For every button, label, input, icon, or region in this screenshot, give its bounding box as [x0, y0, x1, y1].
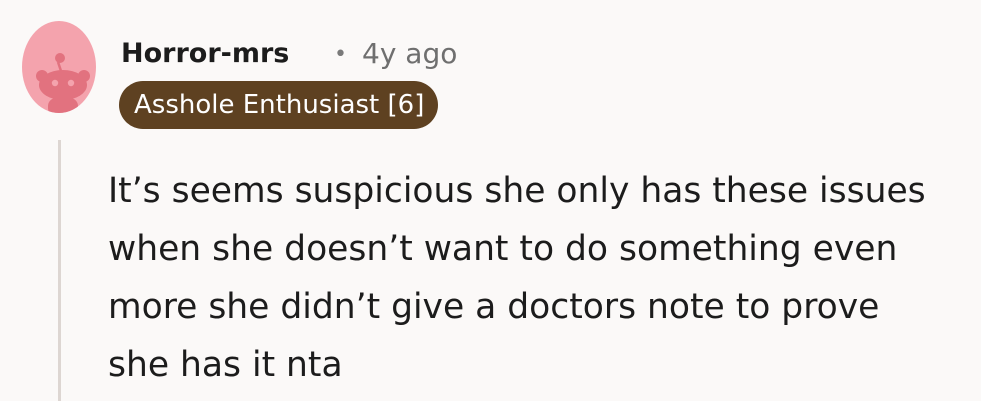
comment-body-line: It’s seems suspicious she only has these… [108, 171, 926, 211]
comment-body-line: she has it nta [108, 345, 343, 385]
thread-line[interactable] [58, 140, 61, 401]
meta-separator: • [334, 42, 347, 67]
comment: Horror-mrs • 4y ago Asshole Enthusiast [… [0, 0, 981, 401]
comment-body-line: when she doesn’t want to do something ev… [108, 229, 898, 269]
comment-body-line: more she didn’t give a doctors note to p… [108, 287, 880, 327]
user-flair-badge: Asshole Enthusiast [6] [119, 81, 439, 129]
comment-timestamp[interactable]: 4y ago [362, 35, 457, 73]
user-avatar-icon[interactable] [22, 21, 96, 113]
username-link[interactable]: Horror-mrs [121, 35, 289, 73]
comment-body: It’s seems suspicious she only has these… [108, 162, 976, 394]
